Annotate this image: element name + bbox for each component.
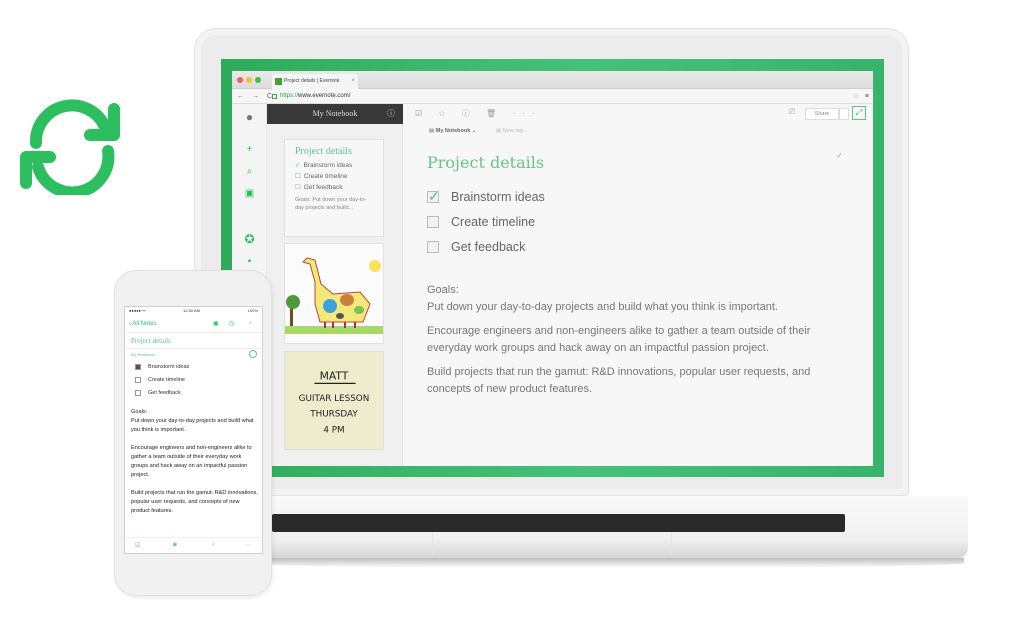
phone-goals-label: Goals: — [131, 409, 148, 415]
notebook-title: My Notebook — [312, 109, 358, 118]
url-scheme: https:// — [280, 93, 299, 99]
checkbox[interactable] — [427, 216, 439, 228]
note-title[interactable]: Project details — [427, 153, 544, 172]
phone-paragraph: Build projects that run the gamut: R&D i… — [131, 490, 258, 514]
giraffe-drawing-image — [285, 244, 383, 343]
handwritten-line: MATT — [320, 369, 349, 382]
note-card[interactable]: Project details ✓ Brainstorm ideas ☐ Creat… — [284, 139, 384, 237]
tag-input[interactable]: ▤ New tag... — [496, 128, 528, 134]
phone-info-icon[interactable] — [249, 350, 257, 358]
phone-note-title[interactable]: Project details — [125, 333, 262, 349]
tab-title: Project details | Evernote — [284, 78, 340, 84]
lock-icon — [272, 94, 277, 99]
checklist-item[interactable]: Create timeline — [427, 213, 545, 238]
phone-checklist-item[interactable]: Get feedback — [135, 388, 189, 401]
phone-add-icon[interactable]: + — [249, 315, 253, 333]
share-button[interactable]: Share — [805, 108, 839, 120]
handwritten-line: THURSDAY — [309, 410, 358, 420]
phone-checklist: Brainstorm ideas Create timeline Get fee… — [135, 362, 189, 401]
note-card-drawing[interactable] — [284, 243, 384, 344]
phone-location-tool-icon[interactable]: ♁ — [211, 542, 216, 548]
note-paragraph: Put down your day-to-day projects and bu… — [427, 301, 778, 313]
info-icon[interactable]: ⓘ — [387, 104, 395, 124]
close-window-button[interactable] — [237, 77, 243, 83]
note-paragraph: Build projects that run the gamut: R&D i… — [427, 366, 811, 395]
present-icon[interactable]: ⎚ — [789, 107, 795, 117]
note-card-handwritten[interactable]: MATT GUITAR LESSON THURSDAY 4 PM — [284, 351, 384, 450]
checkbox[interactable] — [135, 390, 141, 396]
carrier-signal: ●●●●● ᯤ — [129, 308, 146, 313]
notebook-selector[interactable]: ▤ My Notebook ⌄ — [429, 128, 476, 134]
editor-toolbar[interactable]: ☑ ☆ ⓘ 🗑 ··· — [415, 108, 541, 119]
browser-window: Project details | Evernote × ← → C https… — [232, 71, 873, 466]
bookmark-star-icon[interactable]: ☆ — [853, 89, 859, 104]
url-host: www.evernote.com/ — [298, 93, 351, 99]
note-editor: ☑ ☆ ⓘ 🗑 ··· ⎚ Share ⤢ ▤ My Notebook ⌄ ▤ … — [403, 104, 873, 466]
phone-paragraph: Put down your day-to-day projects and bu… — [131, 418, 254, 433]
phone-share-icon[interactable]: ▣ — [213, 315, 219, 333]
expand-icon[interactable]: ⤢ — [852, 106, 866, 120]
phone-reminder-icon[interactable]: ◷ — [229, 315, 234, 333]
new-note-icon[interactable]: + — [232, 144, 267, 155]
handwritten-note: MATT GUITAR LESSON THURSDAY 4 PM — [299, 369, 370, 435]
handwritten-line: GUITAR LESSON — [299, 394, 370, 404]
phone-status-bar: ●●●●● ᯤ 12:30 AM 100% — [125, 307, 262, 315]
phone-checkbox-tool-icon[interactable]: ☑ — [135, 542, 140, 549]
phone-nav-bar: ‹ All Notes ▣ ◷ + — [125, 315, 262, 333]
note-paragraph: Encourage engineers and non-engineers al… — [427, 325, 811, 354]
checklist-item[interactable]: Get feedback — [427, 238, 545, 263]
phone-camera-tool-icon[interactable]: ◙ — [173, 542, 177, 548]
shortcuts-icon[interactable]: ✪ — [232, 232, 267, 246]
saved-check-icon: ✓ — [836, 151, 843, 160]
phone-screen: ●●●●● ᯤ 12:30 AM 100% ‹ All Notes ▣ ◷ + … — [124, 306, 263, 554]
minimize-window-button[interactable] — [246, 77, 252, 83]
browser-tab[interactable]: Project details | Evernote × — [272, 74, 358, 89]
checkbox-checked[interactable] — [427, 187, 440, 205]
phone-notebook-selector[interactable]: My Notebook › — [131, 352, 157, 357]
note-card-item: ☐ Create timeline — [295, 173, 348, 180]
checklist-item[interactable]: Brainstorm ideas — [427, 187, 545, 213]
back-all-notes-button[interactable]: ‹ All Notes — [129, 315, 156, 333]
checkbox[interactable] — [427, 241, 439, 253]
note-card-item: ☐ Get feedback — [295, 184, 343, 191]
search-icon[interactable]: ⌕ — [232, 166, 267, 177]
laptop-shadow — [244, 558, 964, 568]
checkbox-checked[interactable] — [135, 364, 141, 370]
laptop-touchpad — [432, 534, 672, 556]
maximize-window-button[interactable] — [255, 77, 261, 83]
handwritten-line: 4 PM — [323, 425, 344, 435]
goals-label: Goals: — [427, 284, 459, 296]
note-card-snippet: Goals: Put down your day-to-day projects… — [295, 197, 367, 211]
phone-checklist-item[interactable]: Brainstorm ideas — [135, 362, 189, 375]
notebook-header[interactable]: My Notebook ⓘ — [267, 104, 403, 124]
phone-checklist-item[interactable]: Create timeline — [135, 375, 189, 388]
phone-paragraph: Encourage engineers and non-engineers al… — [131, 445, 252, 478]
note-body[interactable]: Goals: Put down your day-to-day projects… — [427, 282, 857, 405]
battery: 100% — [247, 308, 258, 313]
url-field[interactable]: https://www.evernote.com/ — [280, 89, 350, 104]
notes-icon[interactable]: ▪ — [232, 256, 267, 267]
phone-time: 12:30 AM — [183, 308, 200, 313]
checkbox[interactable] — [135, 377, 141, 383]
evernote-favicon — [275, 78, 282, 85]
address-bar: ← → C https://www.evernote.com/ ☆ ≡ — [232, 89, 873, 104]
phone-note-body[interactable]: Goals: Put down your day-to-day projects… — [131, 408, 259, 525]
sync-icon — [20, 99, 120, 195]
note-meta: ▤ My Notebook ⌄ ▤ New tag... — [429, 128, 527, 134]
note-card-item: ✓ Brainstorm ideas — [295, 162, 353, 169]
laptop-keyboard — [272, 514, 845, 532]
phone-toolbar: ☑ ◙ ♁ ··· — [125, 537, 262, 553]
phone-more-icon[interactable]: ··· — [245, 542, 251, 548]
nav-buttons[interactable]: ← → C — [237, 89, 275, 104]
note-card-title: Project details — [295, 146, 352, 157]
elephant-logo-icon[interactable]: ● — [232, 110, 267, 124]
browser-menu-icon[interactable]: ≡ — [865, 89, 869, 104]
tab-bar: Project details | Evernote × — [232, 71, 873, 89]
work-chat-icon[interactable]: ▣ — [232, 188, 267, 199]
note-list: My Notebook ⓘ Project details ✓ Brainstor… — [267, 104, 403, 466]
checklist: Brainstorm ideas Create timeline Get fee… — [427, 187, 545, 263]
share-dropdown[interactable] — [839, 108, 849, 120]
close-tab-icon[interactable]: × — [351, 74, 355, 89]
